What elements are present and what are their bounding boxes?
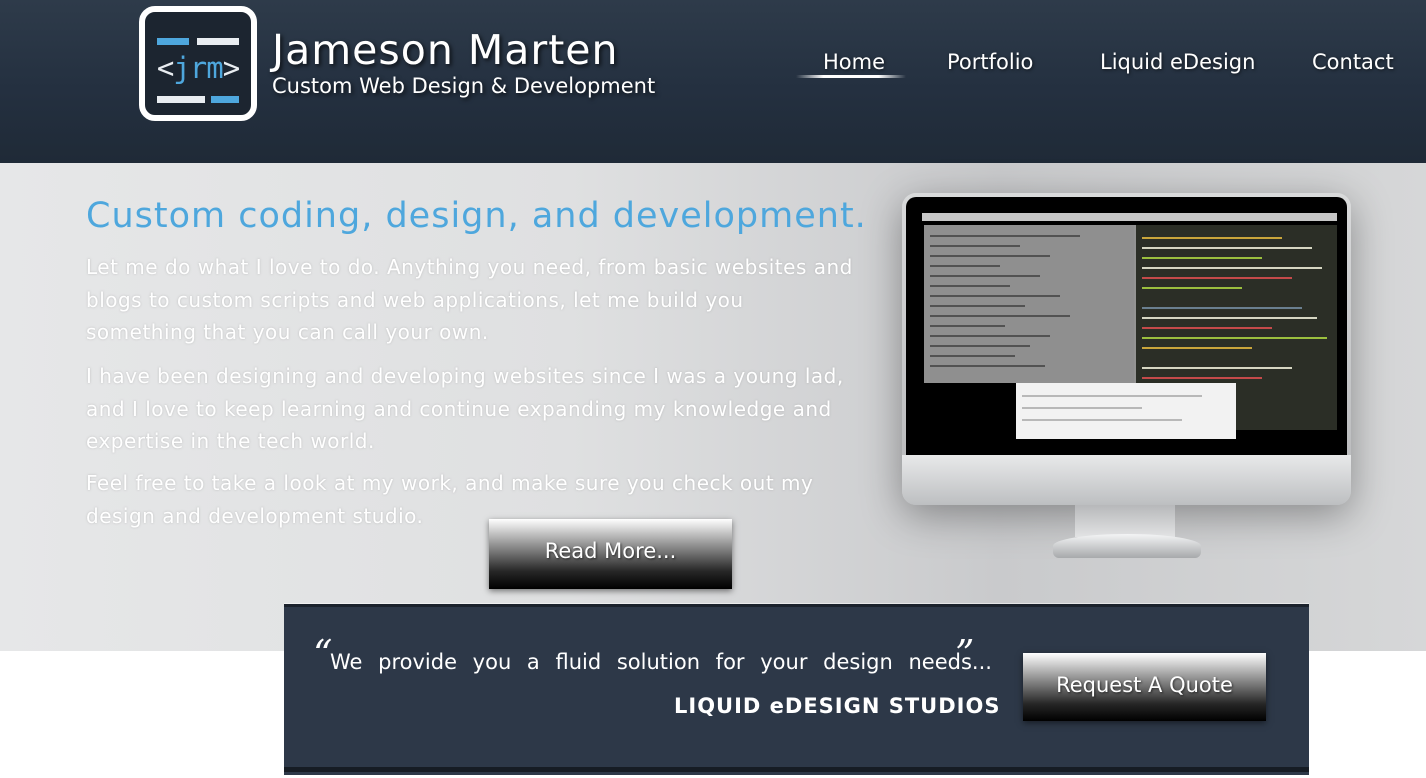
- request-quote-button[interactable]: Request A Quote: [1023, 653, 1266, 721]
- logo-bracket: <: [156, 51, 174, 85]
- logo-bracket: >: [222, 51, 240, 85]
- nav-item-contact[interactable]: Contact: [1312, 50, 1394, 74]
- nav-item-portfolio[interactable]: Portfolio: [947, 50, 1033, 74]
- jrm-logo-icon[interactable]: <jrm>: [139, 6, 257, 121]
- logo-bar: [157, 96, 205, 103]
- quote-text: We provide you a fluid solution for your…: [330, 650, 992, 674]
- quote-attribution: LIQUID eDESIGN STUDIOS: [674, 694, 1001, 718]
- monitor-stand-foot: [1053, 534, 1201, 558]
- nav-item-home[interactable]: Home: [823, 50, 885, 74]
- nav-item-liquid-edesign[interactable]: Liquid eDesign: [1100, 50, 1255, 74]
- brand-name[interactable]: Jameson Marten: [272, 26, 618, 74]
- monitor-stand-neck: [1075, 505, 1175, 537]
- hero-paragraph: I have been designing and developing web…: [86, 364, 844, 453]
- imac-monitor-illustration: [902, 193, 1351, 505]
- hero-paragraph: Let me do what I love to do. Anything yo…: [86, 255, 853, 344]
- read-more-button[interactable]: Read More...: [489, 519, 732, 589]
- brand-tagline: Custom Web Design & Development: [272, 74, 656, 98]
- file-browser-window: [924, 225, 1136, 383]
- dialog-window: [1016, 383, 1236, 439]
- monitor-chin: [902, 455, 1351, 505]
- nav-active-indicator: [796, 75, 906, 78]
- hero-paragraph: Feel free to take a look at my work, and…: [86, 471, 814, 528]
- quote-banner-bottom-edge: [284, 767, 1309, 772]
- close-quote-mark: ”: [955, 632, 975, 676]
- hero-title: Custom coding, design, and development.: [86, 196, 867, 236]
- logo-initials: jrm: [173, 51, 223, 85]
- logo-bar: [211, 96, 239, 103]
- screen-menubar: [922, 213, 1337, 221]
- logo-mark-text: <jrm>: [145, 44, 251, 92]
- monitor-screen: [906, 197, 1347, 455]
